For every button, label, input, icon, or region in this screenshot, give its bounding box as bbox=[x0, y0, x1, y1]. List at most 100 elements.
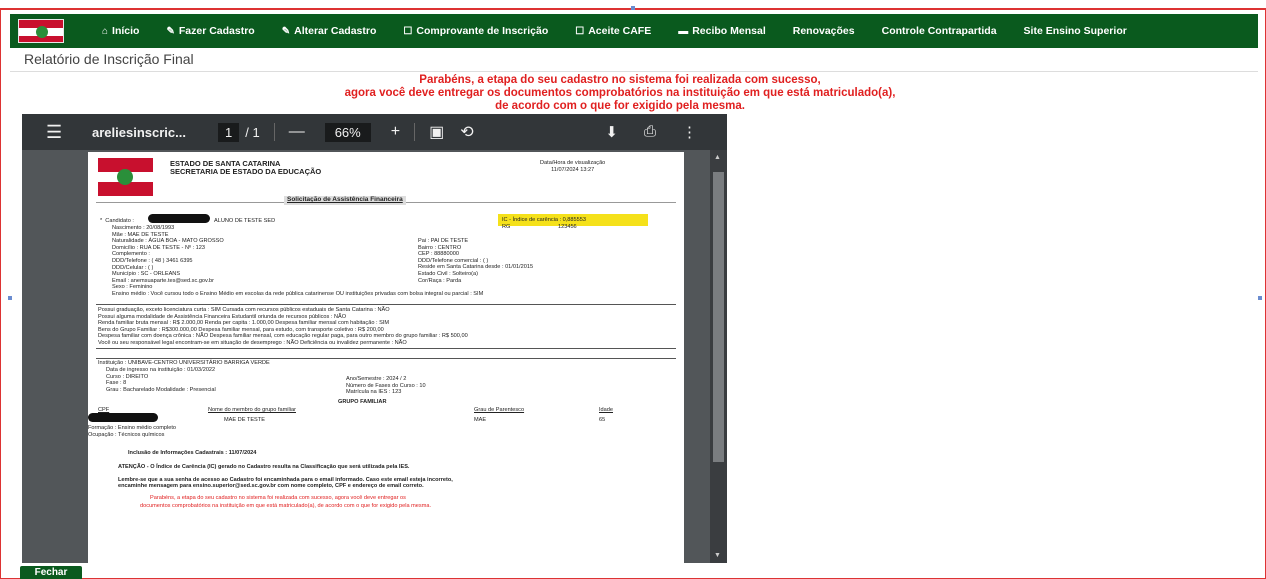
santa-catarina-flag-logo[interactable] bbox=[18, 19, 64, 43]
pdf-filename: areliesinscric... bbox=[92, 124, 186, 140]
inclusao: Inclusão de Informações Cadastrais : 11/… bbox=[128, 450, 257, 456]
formacao: Formação : Ensino médio completo bbox=[88, 425, 176, 431]
redacted-name bbox=[148, 214, 210, 223]
candidate-label: * Candidato : bbox=[100, 218, 134, 224]
doc-line: Possui graduação, exceto licenciatura cu… bbox=[98, 307, 390, 313]
success-message-line: Parabéns, a etapa do seu cadastro no sis… bbox=[419, 74, 821, 86]
zoom-level-input[interactable]: 66% bbox=[324, 122, 371, 142]
home-icon: ⌂ bbox=[102, 25, 109, 37]
success-message-line: de acordo com o que for exigido pela mes… bbox=[495, 100, 745, 112]
pdf-viewer: ☰ areliesinscric... 1 / 1 — 66% + ▣ ⟲ ⬇ … bbox=[22, 114, 727, 563]
more-options-icon[interactable]: ⋮ bbox=[682, 123, 697, 141]
doc-line: Fase : 8 bbox=[106, 380, 127, 387]
page-number-input[interactable]: 1 bbox=[218, 122, 240, 142]
rg-label: RG bbox=[502, 224, 511, 230]
nav-item[interactable]: ✎ Fazer Cadastro bbox=[166, 25, 254, 37]
page-indicator: 1 / 1 bbox=[218, 122, 260, 142]
zoom-in-icon[interactable]: + bbox=[391, 123, 400, 141]
doc-line: Matrícula na IES : 123 bbox=[346, 389, 402, 396]
final-message-line: Parabéns, a etapa do seu cadastro no sis… bbox=[150, 495, 406, 501]
document-icon: ☐ bbox=[575, 25, 585, 37]
nav-item[interactable]: Renovações bbox=[793, 25, 855, 37]
zoom-out-icon[interactable]: — bbox=[289, 123, 305, 141]
group-header-row: CPF Nome do membro do grupo familiar Gra… bbox=[88, 407, 678, 415]
fit-page-icon[interactable]: ▣ bbox=[429, 122, 444, 142]
edit-icon: ✎ bbox=[166, 25, 175, 37]
nav-item[interactable]: Controle Contrapartida bbox=[882, 25, 997, 37]
document-icon: ☐ bbox=[403, 25, 413, 37]
group-cell: 65 bbox=[599, 417, 606, 423]
doc-title: Solicitação de Assistência Financeira bbox=[284, 196, 406, 205]
doc-line: Despesa familiar com doença crônica : NÃ… bbox=[98, 333, 468, 340]
card-icon: ▬ bbox=[678, 25, 689, 37]
lembre-line: encaminhe mensagem para ensino.superior@… bbox=[118, 483, 424, 489]
nav-item-label: Aceite CAFE bbox=[588, 25, 652, 37]
group-cell: MAE bbox=[474, 417, 487, 423]
scroll-up-icon[interactable]: ▲ bbox=[714, 154, 721, 161]
doc-line: Ano/Semestre : 2024 / 2 bbox=[346, 376, 407, 382]
nav-item[interactable]: Site Ensino Superior bbox=[1024, 25, 1127, 37]
pdf-actions: ⬇ ⎙ ⋮ bbox=[605, 123, 697, 141]
pdf-toolbar: ☰ areliesinscric... 1 / 1 — 66% + ▣ ⟲ ⬇ … bbox=[22, 114, 727, 150]
ocupacao: Ocupação : Técnicos químicos bbox=[88, 432, 165, 438]
datetime-label: Data/Hora de visualização bbox=[540, 160, 606, 166]
institution: Instituição : UNIBAVE-CENTRO UNIVERSITÁR… bbox=[98, 360, 270, 366]
pdf-scrollbar[interactable]: ▲ ▼ bbox=[710, 150, 727, 563]
doc-line: Ensino médio : Você cursou todo o Ensino… bbox=[112, 290, 484, 297]
nav-item-label: Recibo Mensal bbox=[692, 25, 766, 37]
scroll-down-icon[interactable]: ▼ bbox=[714, 552, 721, 559]
candidate-value: ALUNO DE TESTE SED bbox=[214, 218, 276, 224]
doc-line: Sexo : Feminino bbox=[112, 284, 153, 291]
doc-header: ESTADO DE SANTA CATARINA SECRETARIA DE E… bbox=[170, 160, 321, 176]
resize-handle[interactable] bbox=[8, 296, 12, 300]
finance-details: Possui graduação, exceto licenciatura cu… bbox=[98, 307, 468, 347]
candidate-label-text: Candidato bbox=[105, 218, 131, 224]
resize-handle[interactable] bbox=[1258, 296, 1262, 300]
toolbar-divider bbox=[273, 123, 275, 141]
doc-line: Você ou seu responsável legal encontram-… bbox=[98, 339, 407, 346]
doc-line: Data de ingresso na instituição : 01/03/… bbox=[106, 367, 216, 373]
nav-item[interactable]: ☐ Comprovante de Inscrição bbox=[403, 25, 548, 37]
nav-item-label: Início bbox=[112, 25, 140, 37]
close-button[interactable]: Fechar bbox=[20, 566, 82, 579]
state-flag-image bbox=[98, 158, 153, 196]
resize-handle[interactable] bbox=[631, 6, 635, 10]
toolbar-divider bbox=[414, 123, 416, 141]
group-title: GRUPO FAMILIAR bbox=[338, 399, 387, 405]
page-total: / 1 bbox=[245, 124, 260, 140]
pdf-page: ESTADO DE SANTA CATARINA SECRETARIA DE E… bbox=[88, 152, 684, 563]
nav-items: ⌂ Início ✎ Fazer Cadastro ✎ Alterar Cadastro ☐… bbox=[102, 25, 1154, 37]
group-header: Idade bbox=[599, 407, 613, 413]
scrollbar-thumb[interactable] bbox=[713, 172, 724, 462]
doc-line: Grau : Bacharelado Modalidade : Presenci… bbox=[106, 386, 216, 393]
top-navigation: ⌂ Início ✎ Fazer Cadastro ✎ Alterar Cadastro ☐… bbox=[10, 14, 1258, 48]
doc-line: Cor/Raça : Parda bbox=[418, 277, 462, 284]
nav-item[interactable]: ▬ Recibo Mensal bbox=[678, 25, 766, 37]
doc-line: DDD/Telefone comercial : ( ) bbox=[418, 257, 489, 264]
institution-details-right: Ano/Semestre : 2024 / 2 Número de Fases d… bbox=[346, 376, 426, 396]
doc-line: Reside em Santa Catarina desde : 01/01/2… bbox=[418, 264, 534, 271]
doc-secretaria: SECRETARIA DE ESTADO DA EDUCAÇÃO bbox=[170, 167, 322, 176]
datetime-value: 11/07/2024 13:27 bbox=[551, 166, 595, 173]
group-header: Nome do membro do grupo familiar bbox=[208, 407, 296, 413]
page-header: Relatório de Inscrição Final bbox=[10, 48, 1258, 72]
rotate-icon[interactable]: ⟲ bbox=[460, 122, 473, 142]
doc-line: Curso : DIREITO bbox=[106, 373, 149, 380]
doc-line: Renda familiar bruta mensal : R$ 2.000,0… bbox=[98, 320, 390, 327]
nav-item-label: Renovações bbox=[792, 25, 855, 37]
download-icon[interactable]: ⬇ bbox=[605, 123, 618, 141]
nav-item-label: Fazer Cadastro bbox=[178, 25, 255, 37]
doc-line: Número de Fases do Curso : 10 bbox=[346, 382, 426, 389]
nav-item-label: Comprovante de Inscrição bbox=[416, 25, 549, 37]
menu-icon[interactable]: ☰ bbox=[46, 122, 66, 143]
doc-datetime: Data/Hora de visualização 11/07/2024 13:… bbox=[540, 160, 605, 173]
success-message: Parabéns, a etapa do seu cadastro no sis… bbox=[240, 74, 1000, 113]
nav-item-label: Site Ensino Superior bbox=[1023, 25, 1127, 37]
group-cell: MAE DE TESTE bbox=[224, 417, 265, 423]
candidate-details-right: Pai : PAI DE TESTE Bairro : CENTRO CEP : 8… bbox=[418, 238, 533, 284]
nav-item[interactable]: ☐ Aceite CAFE bbox=[575, 25, 651, 37]
print-icon[interactable]: ⎙ bbox=[644, 123, 656, 141]
nav-item-label: Controle Contrapartida bbox=[881, 25, 997, 37]
nav-item[interactable]: ✎ Alterar Cadastro bbox=[282, 25, 377, 37]
nav-item[interactable]: ⌂ Início bbox=[102, 25, 139, 37]
